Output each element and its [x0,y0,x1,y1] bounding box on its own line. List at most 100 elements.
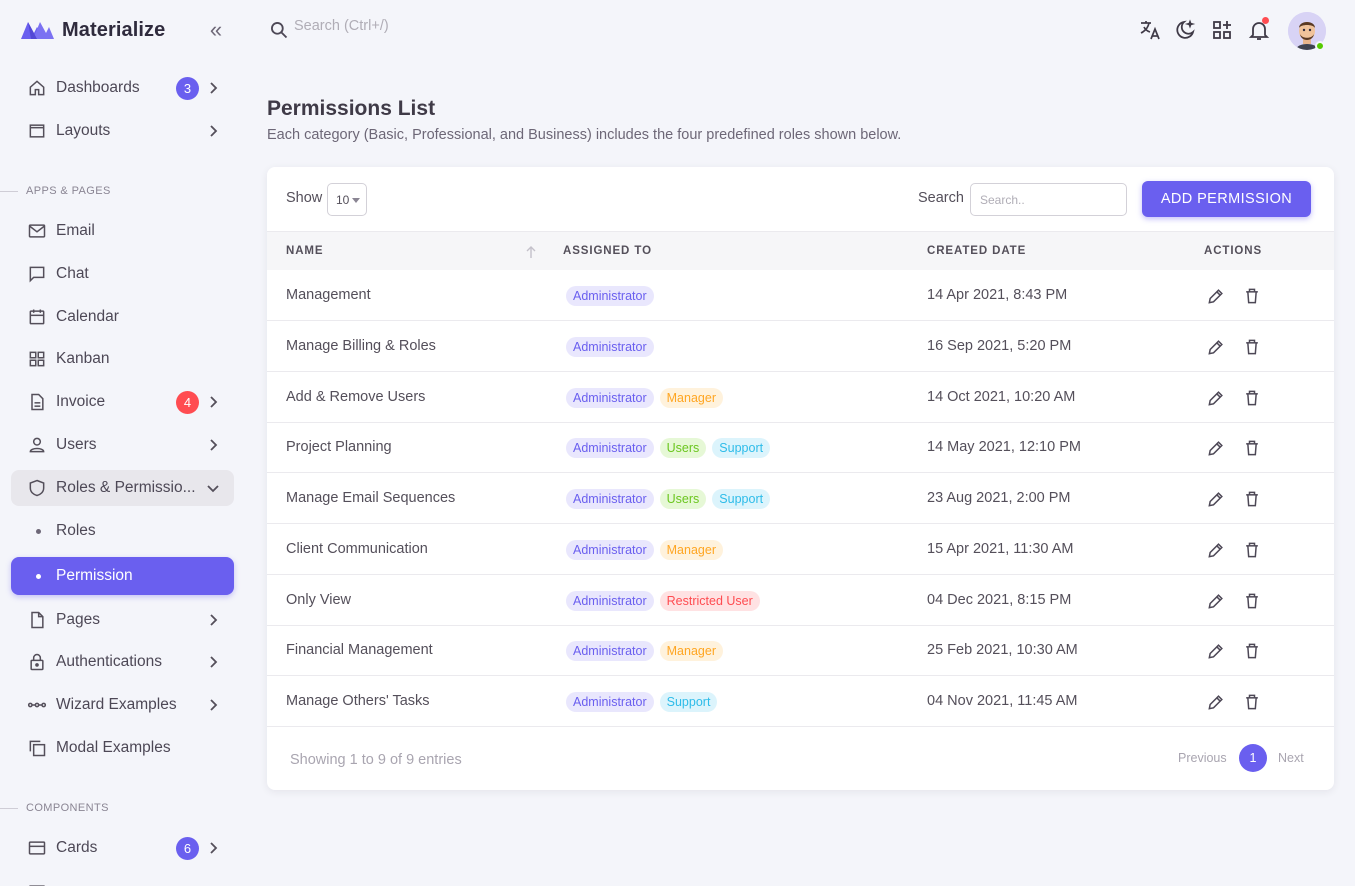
table-row: Financial Management Administrator Manager… [267,625,1334,676]
collapse-sidebar-icon[interactable]: « [205,19,227,41]
edit-icon[interactable] [1206,286,1226,306]
sidebar-item-pages[interactable]: Pages [11,602,234,638]
sidebar-item-wizard-examples[interactable]: Wizard Examples [11,687,234,723]
sidebar-item-calendar[interactable]: Calendar [11,299,234,335]
edit-icon[interactable] [1206,591,1226,611]
column-header-created-date[interactable]: CREATED DATE [927,245,1026,257]
sidebar-item-label: Layouts [56,122,111,139]
sidebar-item-label: Invoice [56,393,106,410]
sidebar-item-permission[interactable]: Permission [11,557,234,595]
sidebar-item-email[interactable]: Email [11,213,234,249]
shortcuts-grid-icon[interactable] [1210,18,1234,42]
permission-name: Only View [286,592,352,608]
permission-name: Manage Email Sequences [286,490,456,506]
grid-icon [29,351,45,367]
sidebar-item-chat[interactable]: Chat [11,256,234,292]
role-chip: Administrator [566,337,654,357]
copy-icon [29,740,46,757]
pagination-page-current[interactable]: 1 [1239,744,1267,772]
dashboards-badge: 3 [176,77,199,100]
delete-icon[interactable] [1242,388,1262,408]
created-date: 25 Feb 2021, 10:30 AM [927,642,1078,658]
created-date: 16 Sep 2021, 5:20 PM [927,338,1072,354]
delete-icon[interactable] [1242,540,1262,560]
materialize-logo-icon [21,22,54,39]
translate-icon[interactable] [1138,18,1162,42]
edit-icon[interactable] [1206,489,1226,509]
chevron-right-icon [210,699,218,711]
assigned-roles: Administrator [566,337,654,357]
edit-icon[interactable] [1206,438,1226,458]
sidebar-item-invoice[interactable]: Invoice 4 [11,384,234,420]
brand[interactable]: Materialize [19,14,165,46]
table-search-input[interactable] [970,183,1127,216]
search-icon[interactable] [269,20,289,40]
table-row: Management Administrator 14 Apr 2021, 8:43… [267,270,1334,321]
online-status-dot [1315,41,1325,51]
assigned-roles: Administrator Manager [566,641,723,661]
chevron-right-icon [210,656,218,668]
topbar: Search (Ctrl+/) [267,12,1337,51]
sidebar-item-label: Kanban [56,350,110,367]
sidebar-item-modal-examples[interactable]: Modal Examples [11,730,234,766]
column-header-assigned-to[interactable]: ASSIGNED TO [563,245,652,257]
role-chip: Manager [659,388,723,408]
sort-arrow-up-icon[interactable] [525,245,537,259]
permission-name: Client Communication [286,541,428,557]
pagination-previous[interactable]: Previous [1178,751,1227,765]
shield-icon [29,479,45,497]
edit-icon[interactable] [1206,641,1226,661]
chevron-down-icon [207,485,219,493]
page-size-value: 10 [336,193,350,207]
delete-icon[interactable] [1242,337,1262,357]
role-chip: Administrator [566,591,654,611]
sidebar-item-kanban[interactable]: Kanban [11,341,234,377]
add-permission-button[interactable]: ADD PERMISSION [1142,181,1311,217]
sidebar-item-authentications[interactable]: Authentications [11,644,234,680]
delete-icon[interactable] [1242,641,1262,661]
edit-icon[interactable] [1206,692,1226,712]
sidebar-item-label: Cards [56,839,98,856]
sidebar-item-dashboards[interactable]: Dashboards 3 [11,70,234,106]
delete-icon[interactable] [1242,591,1262,611]
search-label: Search [918,190,964,206]
invoice-badge: 4 [176,391,199,414]
table-header: NAME ASSIGNED TO CREATED DATE ACTIONS [267,231,1334,270]
delete-icon[interactable] [1242,692,1262,712]
edit-icon[interactable] [1206,337,1226,357]
role-chip: Administrator [566,641,654,661]
edit-icon[interactable] [1206,388,1226,408]
table-row: Manage Others' Tasks Administrator Support… [267,676,1334,727]
role-chip: Administrator [566,286,654,306]
sidebar-item-label: Roles & Permissio... [56,479,196,496]
chevron-right-icon [210,842,218,854]
sidebar-item-label: Roles [56,522,96,539]
role-chip: Administrator [566,692,654,712]
column-header-name[interactable]: NAME [286,245,323,257]
edit-icon[interactable] [1206,540,1226,560]
sidebar-item-partial[interactable] [11,874,234,886]
chevron-right-icon [210,82,218,94]
theme-moon-icon[interactable] [1174,18,1198,42]
user-icon [29,437,45,453]
page-size-select[interactable]: 10 [327,183,367,216]
sidebar-item-cards[interactable]: Cards 6 [11,830,234,866]
delete-icon[interactable] [1242,438,1262,458]
sidebar-item-roles[interactable]: Roles [11,513,234,549]
caret-down-icon [352,198,360,203]
role-chip: Users [659,489,707,509]
global-search-input[interactable]: Search (Ctrl+/) [294,18,389,34]
section-label: COMPONENTS [26,802,109,814]
section-label: APPS & PAGES [26,185,111,197]
sidebar-item-roles-permissions[interactable]: Roles & Permissio... [11,470,234,506]
delete-icon[interactable] [1242,286,1262,306]
pagination-next[interactable]: Next [1278,751,1304,765]
sidebar-item-users[interactable]: Users [11,427,234,463]
box-icon [29,885,45,886]
permission-name: Manage Billing & Roles [286,338,436,354]
table-row: Add & Remove Users Administrator Manager 14… [267,372,1334,423]
role-chip: Administrator [566,489,654,509]
sidebar: Materialize « Dashboards 3 Layouts APPS … [0,0,245,886]
delete-icon[interactable] [1242,489,1262,509]
sidebar-item-layouts[interactable]: Layouts [11,113,234,149]
